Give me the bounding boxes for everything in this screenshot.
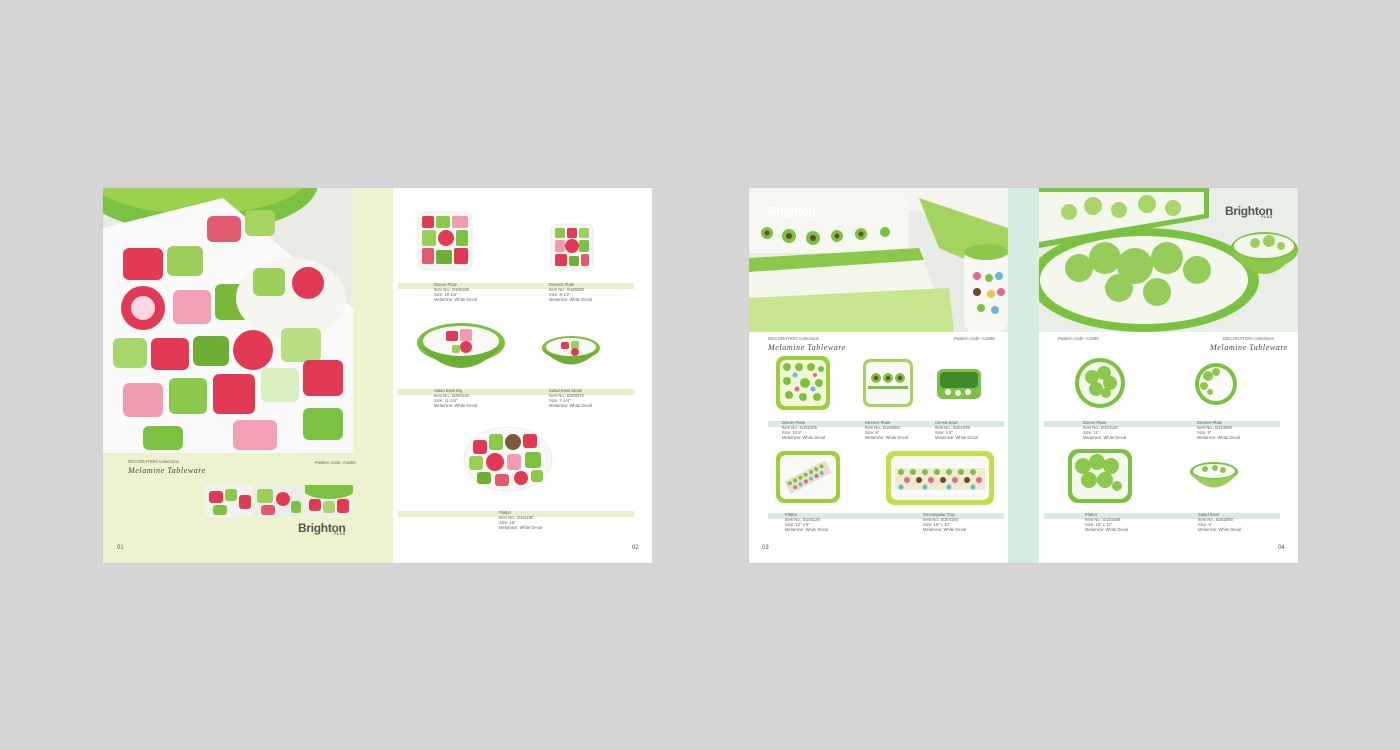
hero-photo-tableware (103, 188, 353, 453)
product-salad-bowl-small: Salad Bowl Small Item No.: B300070 Size:… (549, 388, 593, 409)
dinner-plate-image-left (776, 356, 830, 410)
dessert-plate-image-right (1195, 363, 1237, 405)
thumbnail-photo-2 (255, 485, 303, 517)
product-rectangular-tray: Rectangular Tray Item No.: B154160 Size:… (923, 512, 967, 533)
product-material: Melamine: White Decal (1083, 434, 1127, 440)
page-number-right: 02 (632, 545, 639, 551)
product-platter-right: Platter Item No.: B153168 Size: 16" x 12… (1085, 512, 1129, 533)
page-number-04: 04 (1278, 545, 1285, 551)
product-material: Melamine: White Decal (434, 296, 478, 302)
product-salad-bowl-big: Salad Bowl Big Item No.: B250118 Size: 1… (434, 388, 478, 409)
salad-bowl-small-image (542, 336, 600, 365)
product-dinner-plate-left: Dinner Plate Item No.: B152105 Size: 10.… (782, 420, 826, 441)
product-dinner-plate-right: Dinner Plate Item No.: B124119 Size: 11"… (1083, 420, 1127, 441)
thumbnail-photo-3 (305, 485, 353, 517)
product-dinner-plate: Dinner Plate Item No.: B165105 Size: 10-… (434, 282, 478, 303)
catalog-spread-1: DECORATION colections Melamine Tableware… (103, 188, 652, 563)
product-material: Melamine: White Decal (785, 526, 829, 532)
product-platter-left: Platter Item No.: B155125 Size: 12" x 8"… (785, 512, 829, 533)
pattern-code: Pattern code: A1892 (315, 460, 356, 465)
dessert-plate-image-left (863, 359, 913, 407)
product-dessert-plate-left: Dessert Plate Item No.: B152080 Size: 8"… (865, 420, 909, 441)
pattern-code-right: Pattern code: A1885 (1058, 336, 1099, 341)
label-bar-right-row2 (1044, 513, 1280, 519)
brighton-logo-right: Brighton PLUS (1225, 204, 1273, 219)
rectangular-tray-image (886, 451, 994, 505)
dessert-plate-image (550, 223, 594, 271)
brighton-logo-left: Brighton PLUS (768, 204, 816, 219)
collection-title-left: Melamine Tableware (768, 343, 846, 352)
collection-title: Melamine Tableware (128, 466, 206, 475)
cereal-bowl-image (937, 369, 981, 399)
salad-bowl-big-image (417, 323, 505, 368)
dinner-plate-image-right (1075, 358, 1125, 408)
center-mint-strip-top (1008, 188, 1039, 332)
product-dessert-plate: Dessert Plate Item No.: B165080 Size: 8-… (549, 282, 593, 303)
product-material: Melamine: White Decal (434, 402, 478, 408)
salad-bowl-image-right (1190, 462, 1238, 488)
label-bar-right-row1 (1044, 421, 1280, 427)
center-mint-strip (1008, 332, 1039, 563)
product-material: Melamine: White Decal (549, 296, 593, 302)
product-material: Melamine: White Decal (923, 526, 967, 532)
platter-image-left (776, 451, 840, 503)
thumbnail-photo-1 (205, 485, 253, 517)
product-cereal-bowl: Cereal Bowl Item No.: B251095 Size: 5.5"… (935, 420, 979, 441)
product-platter: Platter Item No.: B161180 Size: 16" Mela… (499, 510, 543, 531)
product-material: Melamine: White Decal (549, 402, 593, 408)
product-material: Melamine: White Decal (865, 434, 909, 440)
collection-label: DECORATION colections (128, 459, 179, 464)
pattern-code-left: Pattern code: A1886 (954, 336, 995, 341)
product-material: Melamine: White Decal (1197, 434, 1241, 440)
product-material: Melamine: White Decal (782, 434, 826, 440)
product-material: Melamine: White Decal (935, 434, 979, 440)
collection-label-left: DECORATION colections (768, 336, 819, 341)
brighton-logo: Brighton PLUS (298, 521, 346, 536)
product-salad-bowl-right: Salad Bowl Item No.: B252090 Size: 6" Me… (1198, 512, 1242, 533)
page-number-03: 03 (762, 545, 769, 551)
page-number-left: 01 (117, 545, 124, 551)
catalog-spread-2: Brighton PLUS Brighton PLUS DECORATION c… (749, 188, 1298, 563)
collection-label-right: DECORATION colections (1223, 336, 1274, 341)
platter-image (463, 426, 553, 492)
product-material: Melamine: White Decal (499, 524, 543, 530)
product-dessert-plate-right: Dessert Plate Item No.: B124090 Size: 9"… (1197, 420, 1241, 441)
collection-title-right: Melamine Tableware (1210, 343, 1288, 352)
product-material: Melamine: White Decal (1085, 526, 1129, 532)
product-material: Melamine: White Decal (1198, 526, 1242, 532)
platter-image-right (1068, 449, 1132, 503)
dinner-plate-image (417, 211, 473, 271)
